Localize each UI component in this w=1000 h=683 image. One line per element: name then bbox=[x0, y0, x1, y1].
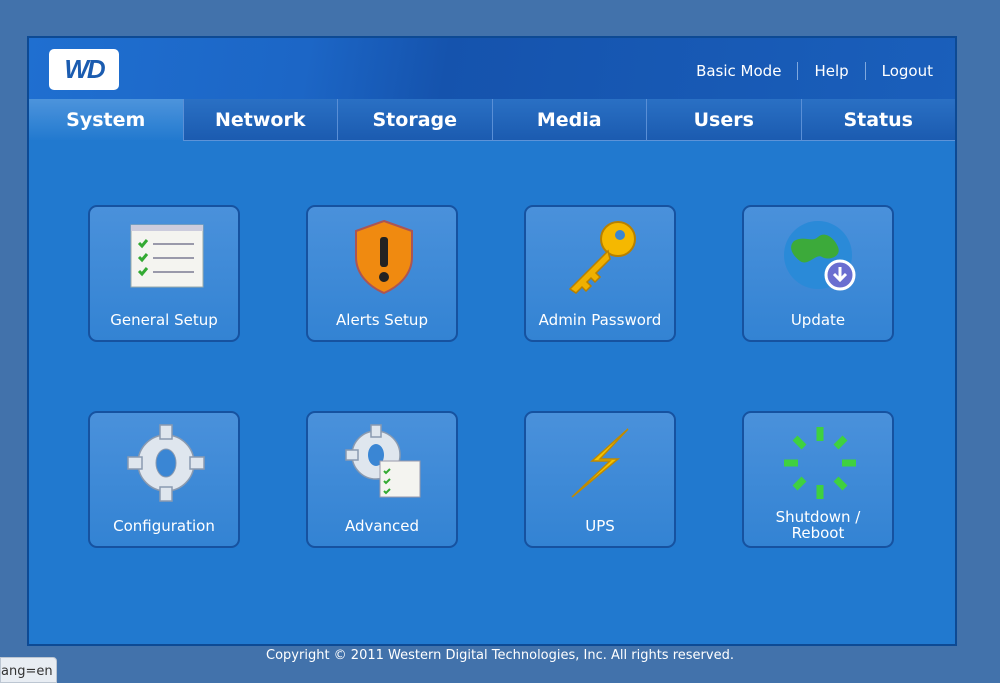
shield-alert-icon bbox=[355, 219, 413, 295]
tab-status[interactable]: Status bbox=[800, 99, 955, 141]
tile-label: UPS bbox=[585, 517, 615, 535]
top-links: Basic Mode Help Logout bbox=[680, 62, 933, 80]
globe-download-icon bbox=[784, 221, 856, 291]
general-setup-button[interactable]: General Setup bbox=[88, 205, 240, 342]
tab-system[interactable]: System bbox=[29, 99, 183, 141]
ups-button[interactable]: UPS bbox=[524, 411, 676, 548]
tile-label: Admin Password bbox=[538, 311, 662, 329]
advanced-button[interactable]: Advanced bbox=[306, 411, 458, 548]
status-bar: ang=en bbox=[0, 657, 57, 683]
tab-users[interactable]: Users bbox=[646, 99, 801, 141]
alerts-setup-button[interactable]: Alerts Setup bbox=[306, 205, 458, 342]
lightning-icon bbox=[571, 428, 629, 498]
key-icon bbox=[568, 221, 636, 294]
configuration-button[interactable]: Configuration bbox=[88, 411, 240, 548]
logout-link[interactable]: Logout bbox=[864, 62, 933, 80]
update-button[interactable]: Update bbox=[742, 205, 894, 342]
help-link[interactable]: Help bbox=[797, 62, 864, 80]
main-panel: WD Basic Mode Help Logout System Network… bbox=[27, 36, 957, 646]
admin-password-button[interactable]: Admin Password bbox=[524, 205, 676, 342]
header: WD Basic Mode Help Logout bbox=[29, 38, 955, 99]
tile-label: Update bbox=[790, 311, 846, 329]
tab-storage[interactable]: Storage bbox=[337, 99, 492, 141]
tile-label: General Setup bbox=[110, 311, 218, 329]
tab-network[interactable]: Network bbox=[182, 99, 337, 141]
checklist-icon bbox=[130, 224, 204, 288]
tile-label: Alerts Setup bbox=[336, 311, 428, 329]
tile-label: Configuration bbox=[113, 517, 215, 535]
tile-label: Shutdown / Reboot bbox=[775, 508, 861, 542]
gear-icon bbox=[127, 424, 205, 502]
tile-label: Advanced bbox=[344, 517, 420, 535]
wd-logo[interactable]: WD bbox=[49, 49, 119, 90]
spinner-icon bbox=[784, 427, 856, 499]
copyright: Copyright © 2011 Western Digital Technol… bbox=[266, 648, 734, 663]
shutdown-reboot-button[interactable]: Shutdown / Reboot bbox=[742, 411, 894, 548]
basic-mode-link[interactable]: Basic Mode bbox=[680, 62, 797, 80]
tab-bar: System Network Storage Media Users Statu… bbox=[29, 99, 955, 141]
gear-checklist-icon bbox=[345, 424, 421, 498]
tab-media[interactable]: Media bbox=[491, 99, 646, 141]
